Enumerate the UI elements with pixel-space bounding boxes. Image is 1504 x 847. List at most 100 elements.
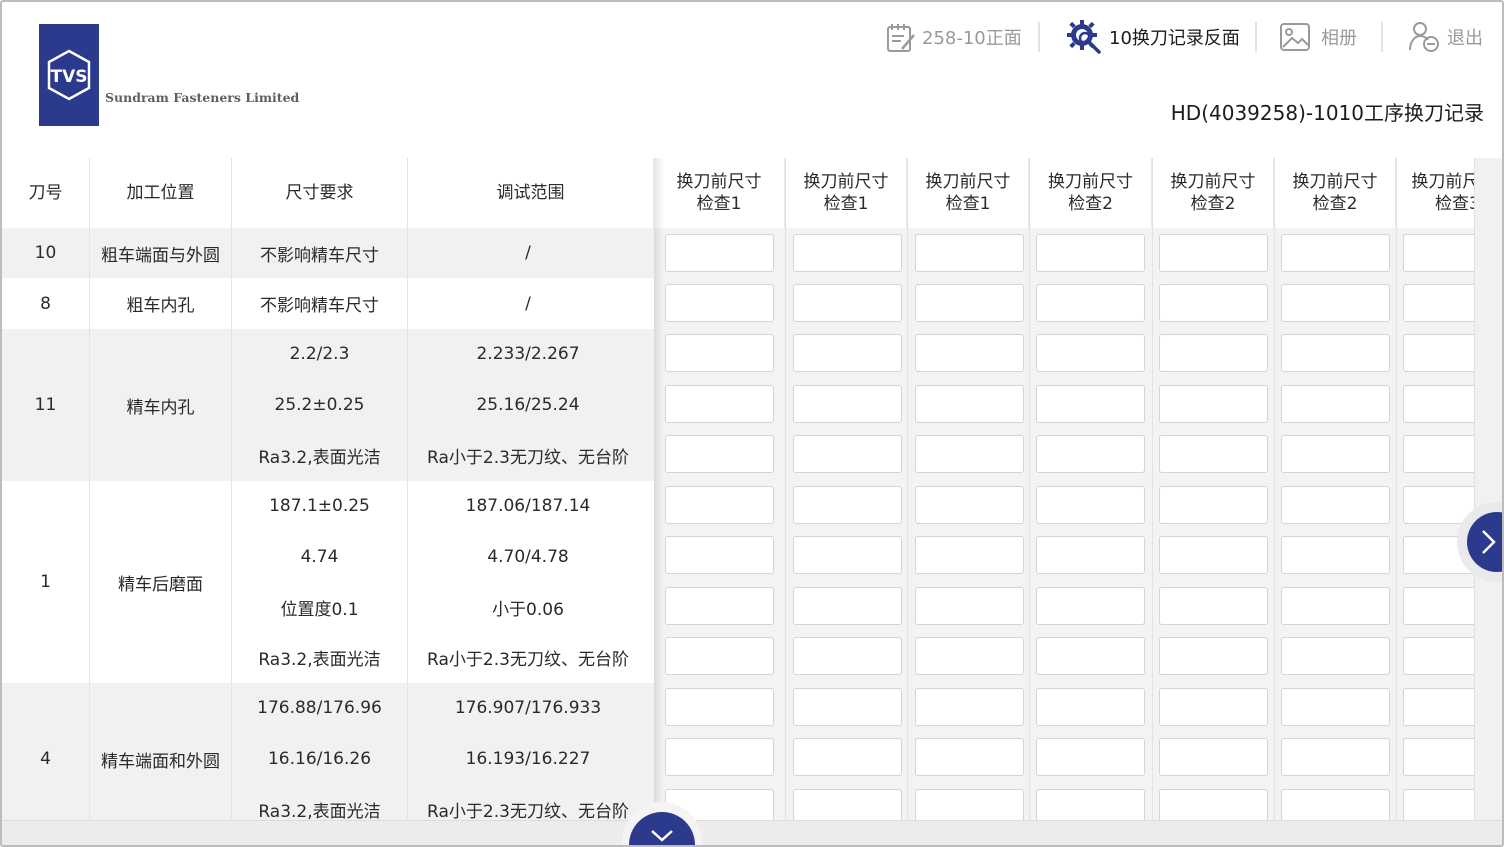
check-input-r11-c6[interactable] [1281, 738, 1390, 776]
check-input-r9-c4[interactable] [1036, 637, 1145, 675]
check-input-r10-c3[interactable] [915, 688, 1024, 726]
check-input-r5-c6[interactable] [1281, 435, 1390, 473]
check-input-r2-c6[interactable] [1281, 284, 1390, 322]
check-input-r11-c1[interactable] [665, 738, 774, 776]
check-input-r10-c7[interactable] [1403, 688, 1483, 726]
grid-column-divider [1029, 158, 1030, 820]
check-input-r2-c4[interactable] [1036, 284, 1145, 322]
check-input-r10-c2[interactable] [793, 688, 902, 726]
check-input-r4-c5[interactable] [1159, 385, 1268, 423]
check-header-line1: 换刀前尺 [1411, 172, 1477, 192]
check-input-r6-c6[interactable] [1281, 486, 1390, 524]
check-input-r10-c6[interactable] [1281, 688, 1390, 726]
check-input-r4-c1[interactable] [665, 385, 774, 423]
check-input-r3-c7[interactable] [1403, 334, 1483, 372]
check-input-r1-c5[interactable] [1159, 234, 1268, 272]
check-input-r1-c6[interactable] [1281, 234, 1390, 272]
check-input-r7-c1[interactable] [665, 536, 774, 574]
debug-range: 176.907/176.933 [454, 698, 602, 718]
check-input-r5-c3[interactable] [915, 435, 1024, 473]
check-input-r12-c7[interactable] [1403, 789, 1483, 820]
nav-photo-album[interactable]: 相册 [1279, 18, 1357, 56]
check-input-r7-c5[interactable] [1159, 536, 1268, 574]
check-input-r9-c3[interactable] [915, 637, 1024, 675]
check-input-r11-c4[interactable] [1036, 738, 1145, 776]
check-input-r12-c3[interactable] [915, 789, 1024, 820]
check-input-r2-c2[interactable] [793, 284, 902, 322]
check-input-r2-c7[interactable] [1403, 284, 1483, 322]
check-input-r11-c3[interactable] [915, 738, 1024, 776]
size-requirement: 16.16/16.26 [267, 748, 372, 769]
check-input-r6-c3[interactable] [915, 486, 1024, 524]
check-input-r1-c4[interactable] [1036, 234, 1145, 272]
check-input-r1-c2[interactable] [793, 234, 902, 272]
check-input-r9-c7[interactable] [1403, 637, 1483, 675]
check-input-r7-c2[interactable] [793, 536, 902, 574]
check-input-r10-c1[interactable] [665, 688, 774, 726]
check-input-r11-c7[interactable] [1403, 738, 1483, 776]
check-input-r8-c7[interactable] [1403, 587, 1483, 625]
check-input-r3-c2[interactable] [793, 334, 902, 372]
check-input-r5-c2[interactable] [793, 435, 902, 473]
check-input-r1-c7[interactable] [1403, 234, 1483, 272]
check-input-r12-c4[interactable] [1036, 789, 1145, 820]
nav-tool-change-back[interactable]: 10换刀记录反面 [1065, 18, 1240, 56]
check-input-r9-c6[interactable] [1281, 637, 1390, 675]
check-input-r1-c3[interactable] [915, 234, 1024, 272]
check-input-r4-c3[interactable] [915, 385, 1024, 423]
check-input-r6-c4[interactable] [1036, 486, 1145, 524]
check-input-r8-c2[interactable] [793, 587, 902, 625]
check-input-r9-c5[interactable] [1159, 637, 1268, 675]
check-input-r3-c6[interactable] [1281, 334, 1390, 372]
check-input-r6-c2[interactable] [793, 486, 902, 524]
check-input-r4-c6[interactable] [1281, 385, 1390, 423]
check-input-r5-c7[interactable] [1403, 435, 1483, 473]
check-input-r6-c1[interactable] [665, 486, 774, 524]
check-input-r7-c4[interactable] [1036, 536, 1145, 574]
check-input-r1-c1[interactable] [665, 234, 774, 272]
check-input-r2-c5[interactable] [1159, 284, 1268, 322]
check-input-r2-c1[interactable] [665, 284, 774, 322]
chevron-right-icon [1482, 530, 1496, 554]
check-input-r8-c6[interactable] [1281, 587, 1390, 625]
check-input-r12-c5[interactable] [1159, 789, 1268, 820]
check-input-r8-c4[interactable] [1036, 587, 1145, 625]
check-input-r5-c5[interactable] [1159, 435, 1268, 473]
check-input-r11-c2[interactable] [793, 738, 902, 776]
check-input-r8-c5[interactable] [1159, 587, 1268, 625]
check-input-r3-c3[interactable] [915, 334, 1024, 372]
nav-logout[interactable]: 退出 [1407, 18, 1483, 56]
check-input-r10-c4[interactable] [1036, 688, 1145, 726]
right-scroll-strip[interactable] [1474, 158, 1502, 820]
check-input-r8-c1[interactable] [665, 587, 774, 625]
check-input-r4-c4[interactable] [1036, 385, 1145, 423]
check-input-r9-c1[interactable] [665, 637, 774, 675]
check-input-r4-c7[interactable] [1403, 385, 1483, 423]
check-input-r8-c3[interactable] [915, 587, 1024, 625]
check-input-r5-c1[interactable] [665, 435, 774, 473]
scroll-down-button-face[interactable] [629, 812, 695, 845]
check-input-r5-c4[interactable] [1036, 435, 1145, 473]
check-input-r11-c5[interactable] [1159, 738, 1268, 776]
tool-number: 1 [40, 572, 51, 592]
check-input-r7-c3[interactable] [915, 536, 1024, 574]
check-input-r12-c2[interactable] [793, 789, 902, 820]
grid-column-divider [785, 158, 786, 820]
check-input-r10-c5[interactable] [1159, 688, 1268, 726]
nav-front-page[interactable]: 258-10正面 [884, 18, 1022, 56]
check-input-r12-c6[interactable] [1281, 789, 1390, 820]
check-input-r3-c1[interactable] [665, 334, 774, 372]
size-requirement: 不影响精车尺寸 [260, 245, 379, 266]
debug-range: / [525, 293, 531, 314]
check-input-r3-c4[interactable] [1036, 334, 1145, 372]
debug-range: 4.70/4.78 [487, 546, 569, 567]
check-input-r2-c3[interactable] [915, 284, 1024, 322]
check-input-r3-c5[interactable] [1159, 334, 1268, 372]
next-page-button-face[interactable] [1467, 512, 1502, 572]
check-input-r6-c5[interactable] [1159, 486, 1268, 524]
size-requirement: 4.74 [300, 546, 339, 567]
check-input-r7-c6[interactable] [1281, 536, 1390, 574]
check-input-r4-c2[interactable] [793, 385, 902, 423]
check-input-r9-c2[interactable] [793, 637, 902, 675]
debug-range: Ra小于2.3无刀纹、无台阶 [427, 448, 629, 468]
